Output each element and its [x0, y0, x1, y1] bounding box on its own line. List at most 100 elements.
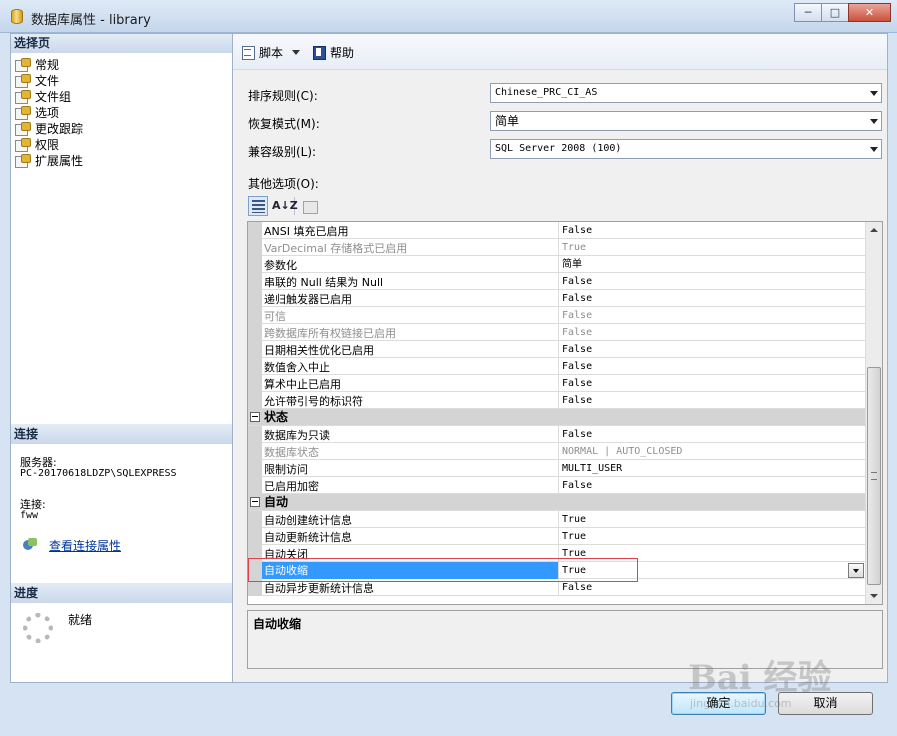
page-icon [14, 57, 31, 72]
property-value[interactable]: True [558, 239, 865, 256]
property-row[interactable]: 可信 False [248, 307, 865, 324]
collapse-icon[interactable] [250, 412, 260, 422]
ok-button[interactable]: 确定 [671, 692, 766, 715]
property-value[interactable]: False [558, 307, 865, 324]
sidebar-page-item[interactable]: 权限 [14, 136, 232, 152]
value-dropdown-icon[interactable] [848, 563, 864, 578]
property-row[interactable]: 数据库为只读 False [248, 426, 865, 443]
toolbar: 脚本 帮助 [233, 34, 887, 70]
property-value[interactable]: True [558, 562, 865, 579]
property-row[interactable]: 串联的 Null 结果为 Null False [248, 273, 865, 290]
property-row[interactable]: 日期相关性优化已启用 False [248, 341, 865, 358]
row-gutter [248, 392, 262, 409]
property-row[interactable]: 自动更新统计信息 True [248, 528, 865, 545]
sidebar-page-item[interactable]: 文件组 [14, 88, 232, 104]
row-gutter [248, 307, 262, 324]
row-gutter [248, 256, 262, 273]
property-value[interactable]: False [558, 222, 865, 239]
page-icon [14, 73, 31, 88]
window-controls: ─ □ ✕ [794, 3, 891, 22]
property-value[interactable]: False [558, 392, 865, 409]
property-row[interactable]: 数据库状态 NORMAL | AUTO_CLOSED [248, 443, 865, 460]
sidebar-page-item[interactable]: 选项 [14, 104, 232, 120]
compatibility-level-select[interactable]: SQL Server 2008 (100) [490, 139, 882, 159]
property-row[interactable]: 自动创建统计信息 True [248, 511, 865, 528]
property-name: 数值舍入中止 [264, 361, 330, 374]
row-gutter [248, 341, 262, 358]
collation-select[interactable]: Chinese_PRC_CI_AS [490, 83, 882, 103]
categorized-view-icon[interactable] [248, 196, 268, 216]
property-value[interactable]: 简单 [558, 256, 865, 273]
property-grid: ANSI 填充已启用 False VarDecimal 存储格式已启用 True 参数化… [247, 221, 883, 605]
scroll-up-icon[interactable] [866, 222, 882, 238]
script-button[interactable]: 脚本 [241, 43, 301, 61]
property-value[interactable]: False [558, 341, 865, 358]
sidebar-page-item[interactable]: 常规 [14, 56, 232, 72]
property-name: 自动更新统计信息 [264, 531, 352, 544]
view-connection-properties-link[interactable]: 查看连接属性 [49, 537, 121, 554]
progress-status: 就绪 [68, 613, 93, 627]
property-value[interactable]: False [558, 426, 865, 443]
property-value[interactable]: True [558, 545, 865, 562]
property-row[interactable]: 已启用加密 False [248, 477, 865, 494]
property-row[interactable]: ANSI 填充已启用 False [248, 222, 865, 239]
property-value[interactable]: False [558, 579, 865, 596]
chevron-down-icon [870, 91, 878, 96]
property-name: 算术中止已启用 [264, 378, 341, 391]
property-row[interactable]: 自动异步更新统计信息 False [248, 579, 865, 596]
window-title: 数据库属性 - library [31, 13, 151, 28]
property-value[interactable]: MULTI_USER [558, 460, 865, 477]
property-row[interactable]: 算术中止已启用 False [248, 375, 865, 392]
property-row[interactable]: 自动关闭 True [248, 545, 865, 562]
minimize-button[interactable]: ─ [794, 3, 822, 22]
property-row[interactable]: 自动收缩 True [248, 562, 865, 579]
recovery-model-value: 简单 [495, 114, 520, 128]
property-row[interactable]: 参数化 简单 [248, 256, 865, 273]
description-title: 自动收缩 [253, 617, 302, 631]
property-value[interactable]: True [558, 528, 865, 545]
sidebar-page-item[interactable]: 更改跟踪 [14, 120, 232, 136]
property-row[interactable]: VarDecimal 存储格式已启用 True [248, 239, 865, 256]
row-gutter [248, 273, 262, 290]
sidebar-page-item[interactable]: 扩展属性 [14, 152, 232, 168]
category-label: 自动 [264, 495, 289, 509]
property-pages-icon[interactable] [299, 196, 319, 216]
chevron-down-icon [870, 119, 878, 124]
property-value[interactable]: False [558, 273, 865, 290]
collapse-icon[interactable] [250, 497, 260, 507]
close-button[interactable]: ✕ [848, 3, 891, 22]
property-value[interactable]: False [558, 477, 865, 494]
sidebar-page-item[interactable]: 文件 [14, 72, 232, 88]
property-value[interactable]: NORMAL | AUTO_CLOSED [558, 443, 865, 460]
category-row[interactable]: 自动 [248, 494, 865, 511]
page-icon [14, 137, 31, 152]
sidebar-page-label: 扩展属性 [35, 153, 84, 168]
property-row[interactable]: 递归触发器已启用 False [248, 290, 865, 307]
property-name: VarDecimal 存储格式已启用 [264, 242, 408, 255]
cancel-button[interactable]: 取消 [778, 692, 873, 715]
recovery-model-select[interactable]: 简单 [490, 111, 882, 131]
alphabetical-sort-icon[interactable]: A↓Z [271, 196, 298, 216]
script-dropdown-arrow-icon[interactable] [292, 49, 301, 55]
property-value[interactable]: False [558, 324, 865, 341]
property-name: 跨数据库所有权链接已启用 [264, 327, 396, 340]
scroll-thumb[interactable] [867, 367, 881, 585]
property-row[interactable]: 跨数据库所有权链接已启用 False [248, 324, 865, 341]
scroll-down-icon[interactable] [866, 588, 882, 604]
property-value[interactable]: True [558, 511, 865, 528]
page-icon [14, 105, 31, 120]
property-name: 自动异步更新统计信息 [264, 582, 374, 595]
help-button[interactable]: 帮助 [312, 43, 354, 61]
category-row[interactable]: 状态 [248, 409, 865, 426]
row-gutter [248, 239, 262, 256]
property-value[interactable]: False [558, 375, 865, 392]
help-label: 帮助 [330, 45, 355, 60]
vertical-scrollbar[interactable] [865, 222, 882, 604]
property-row[interactable]: 允许带引号的标识符 False [248, 392, 865, 409]
property-row[interactable]: 数值舍入中止 False [248, 358, 865, 375]
property-row[interactable]: 限制访问 MULTI_USER [248, 460, 865, 477]
property-value[interactable]: False [558, 358, 865, 375]
property-value[interactable]: False [558, 290, 865, 307]
maximize-button[interactable]: □ [821, 3, 849, 22]
property-name: 数据库为只读 [264, 429, 330, 442]
